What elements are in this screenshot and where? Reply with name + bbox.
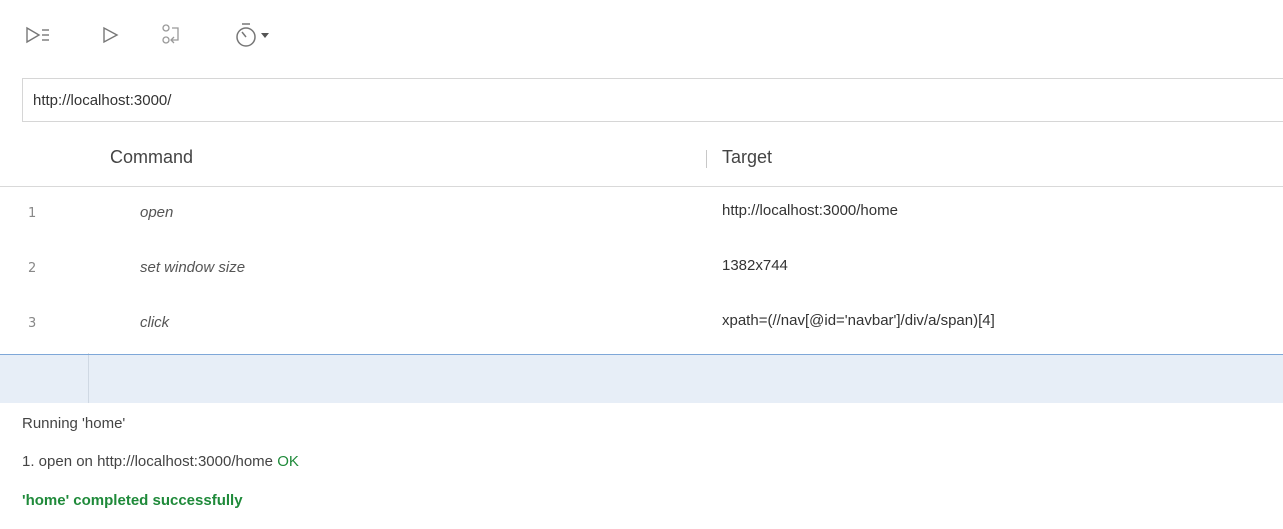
log-completed: 'home' completed successfully: [22, 492, 243, 509]
run-current-test-button[interactable]: [98, 22, 124, 48]
chevron-down-icon: [260, 30, 270, 40]
log-step-status: OK: [277, 453, 299, 470]
table-row[interactable]: 3 click xpath=(//nav[@id='navbar']/div/a…: [0, 297, 1283, 353]
row-command: click: [140, 314, 170, 331]
row-number: 2: [28, 261, 37, 276]
log-running: Running 'home': [22, 415, 126, 432]
row-target: 1382x744: [722, 257, 788, 274]
stopwatch-icon: [232, 21, 260, 49]
run-all-icon: [25, 25, 53, 45]
row-target: xpath=(//nav[@id='navbar']/div/a/span)[4…: [722, 312, 995, 329]
test-speed-button[interactable]: [228, 22, 274, 48]
column-divider[interactable]: [706, 150, 707, 168]
log-step: 1. open on http://localhost:3000/home OK: [22, 453, 299, 470]
row-number: 1: [28, 206, 37, 221]
log-step-text: 1. open on http://localhost:3000/home: [22, 453, 278, 470]
step-icon: [160, 23, 184, 47]
command-grid-header: Command Target: [0, 134, 1283, 187]
step-over-button[interactable]: [158, 22, 186, 48]
table-row[interactable]: 2 set window size 1382x744: [0, 242, 1283, 298]
base-url-field[interactable]: [22, 78, 1283, 122]
toolbar: [0, 0, 1283, 66]
play-icon: [101, 25, 121, 45]
row-target: http://localhost:3000/home: [722, 202, 898, 219]
new-command-row[interactable]: [0, 354, 1283, 403]
table-row[interactable]: 1 open http://localhost:3000/home: [0, 187, 1283, 243]
row-number-gutter: [88, 355, 89, 403]
run-all-tests-button[interactable]: [24, 22, 54, 48]
column-header-target[interactable]: Target: [722, 147, 772, 168]
base-url-input[interactable]: [23, 79, 1283, 121]
row-command: set window size: [140, 259, 246, 276]
column-header-command[interactable]: Command: [110, 147, 193, 168]
row-command: open: [140, 204, 174, 221]
row-number: 3: [28, 316, 37, 331]
